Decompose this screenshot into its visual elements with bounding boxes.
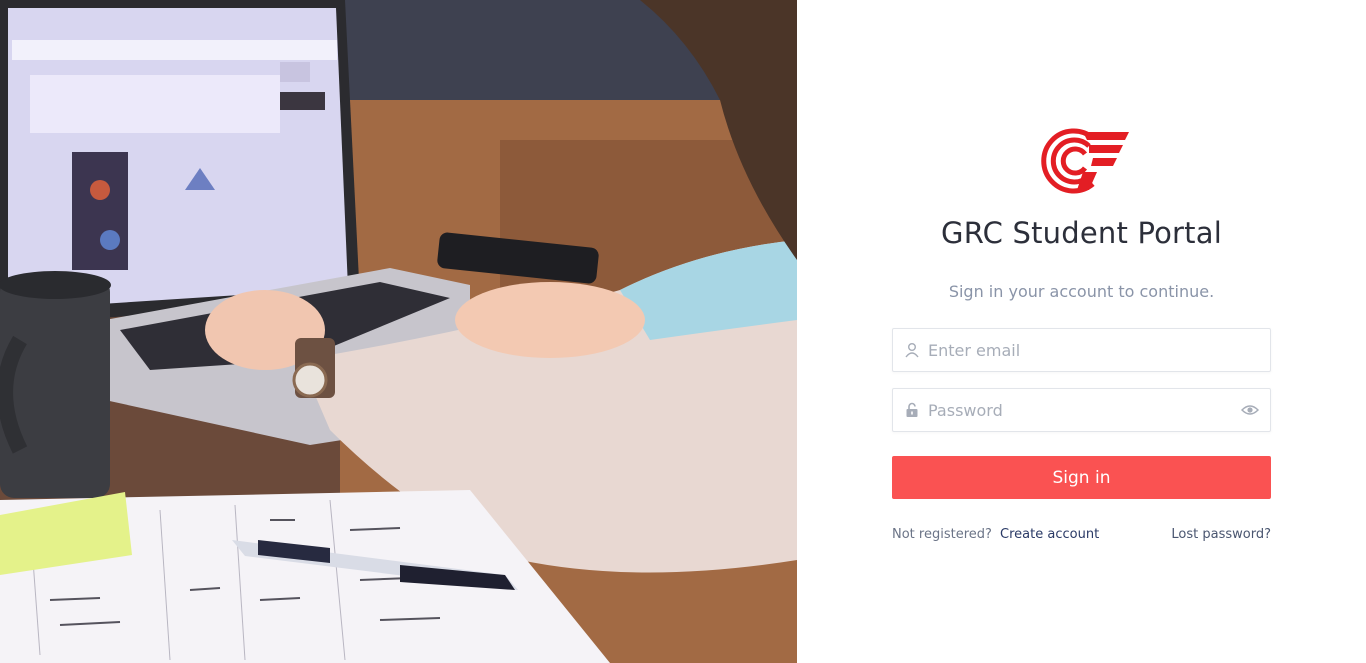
password-input[interactable]: [928, 389, 1228, 431]
not-registered-text: Not registered?: [892, 527, 992, 542]
user-icon: [905, 343, 919, 358]
login-page: GRC Student Portal Sign in your account …: [0, 0, 1366, 663]
hero-photo: [0, 0, 797, 663]
signin-button[interactable]: Sign in: [892, 456, 1271, 499]
student-laptop-illustration: [0, 0, 797, 663]
email-field[interactable]: [892, 328, 1271, 372]
eye-icon[interactable]: [1241, 402, 1259, 418]
lost-password-link[interactable]: Lost password?: [1171, 527, 1271, 542]
create-account-link[interactable]: Create account: [1000, 527, 1099, 542]
signin-subtitle: Sign in your account to continue.: [948, 282, 1215, 301]
grc-logo: [1041, 128, 1129, 194]
portal-title: GRC Student Portal: [941, 216, 1222, 250]
password-field[interactable]: [892, 388, 1271, 432]
register-prompt: Not registered? Create account: [892, 527, 1099, 542]
email-input[interactable]: [928, 329, 1228, 371]
lock-icon: [906, 402, 918, 417]
